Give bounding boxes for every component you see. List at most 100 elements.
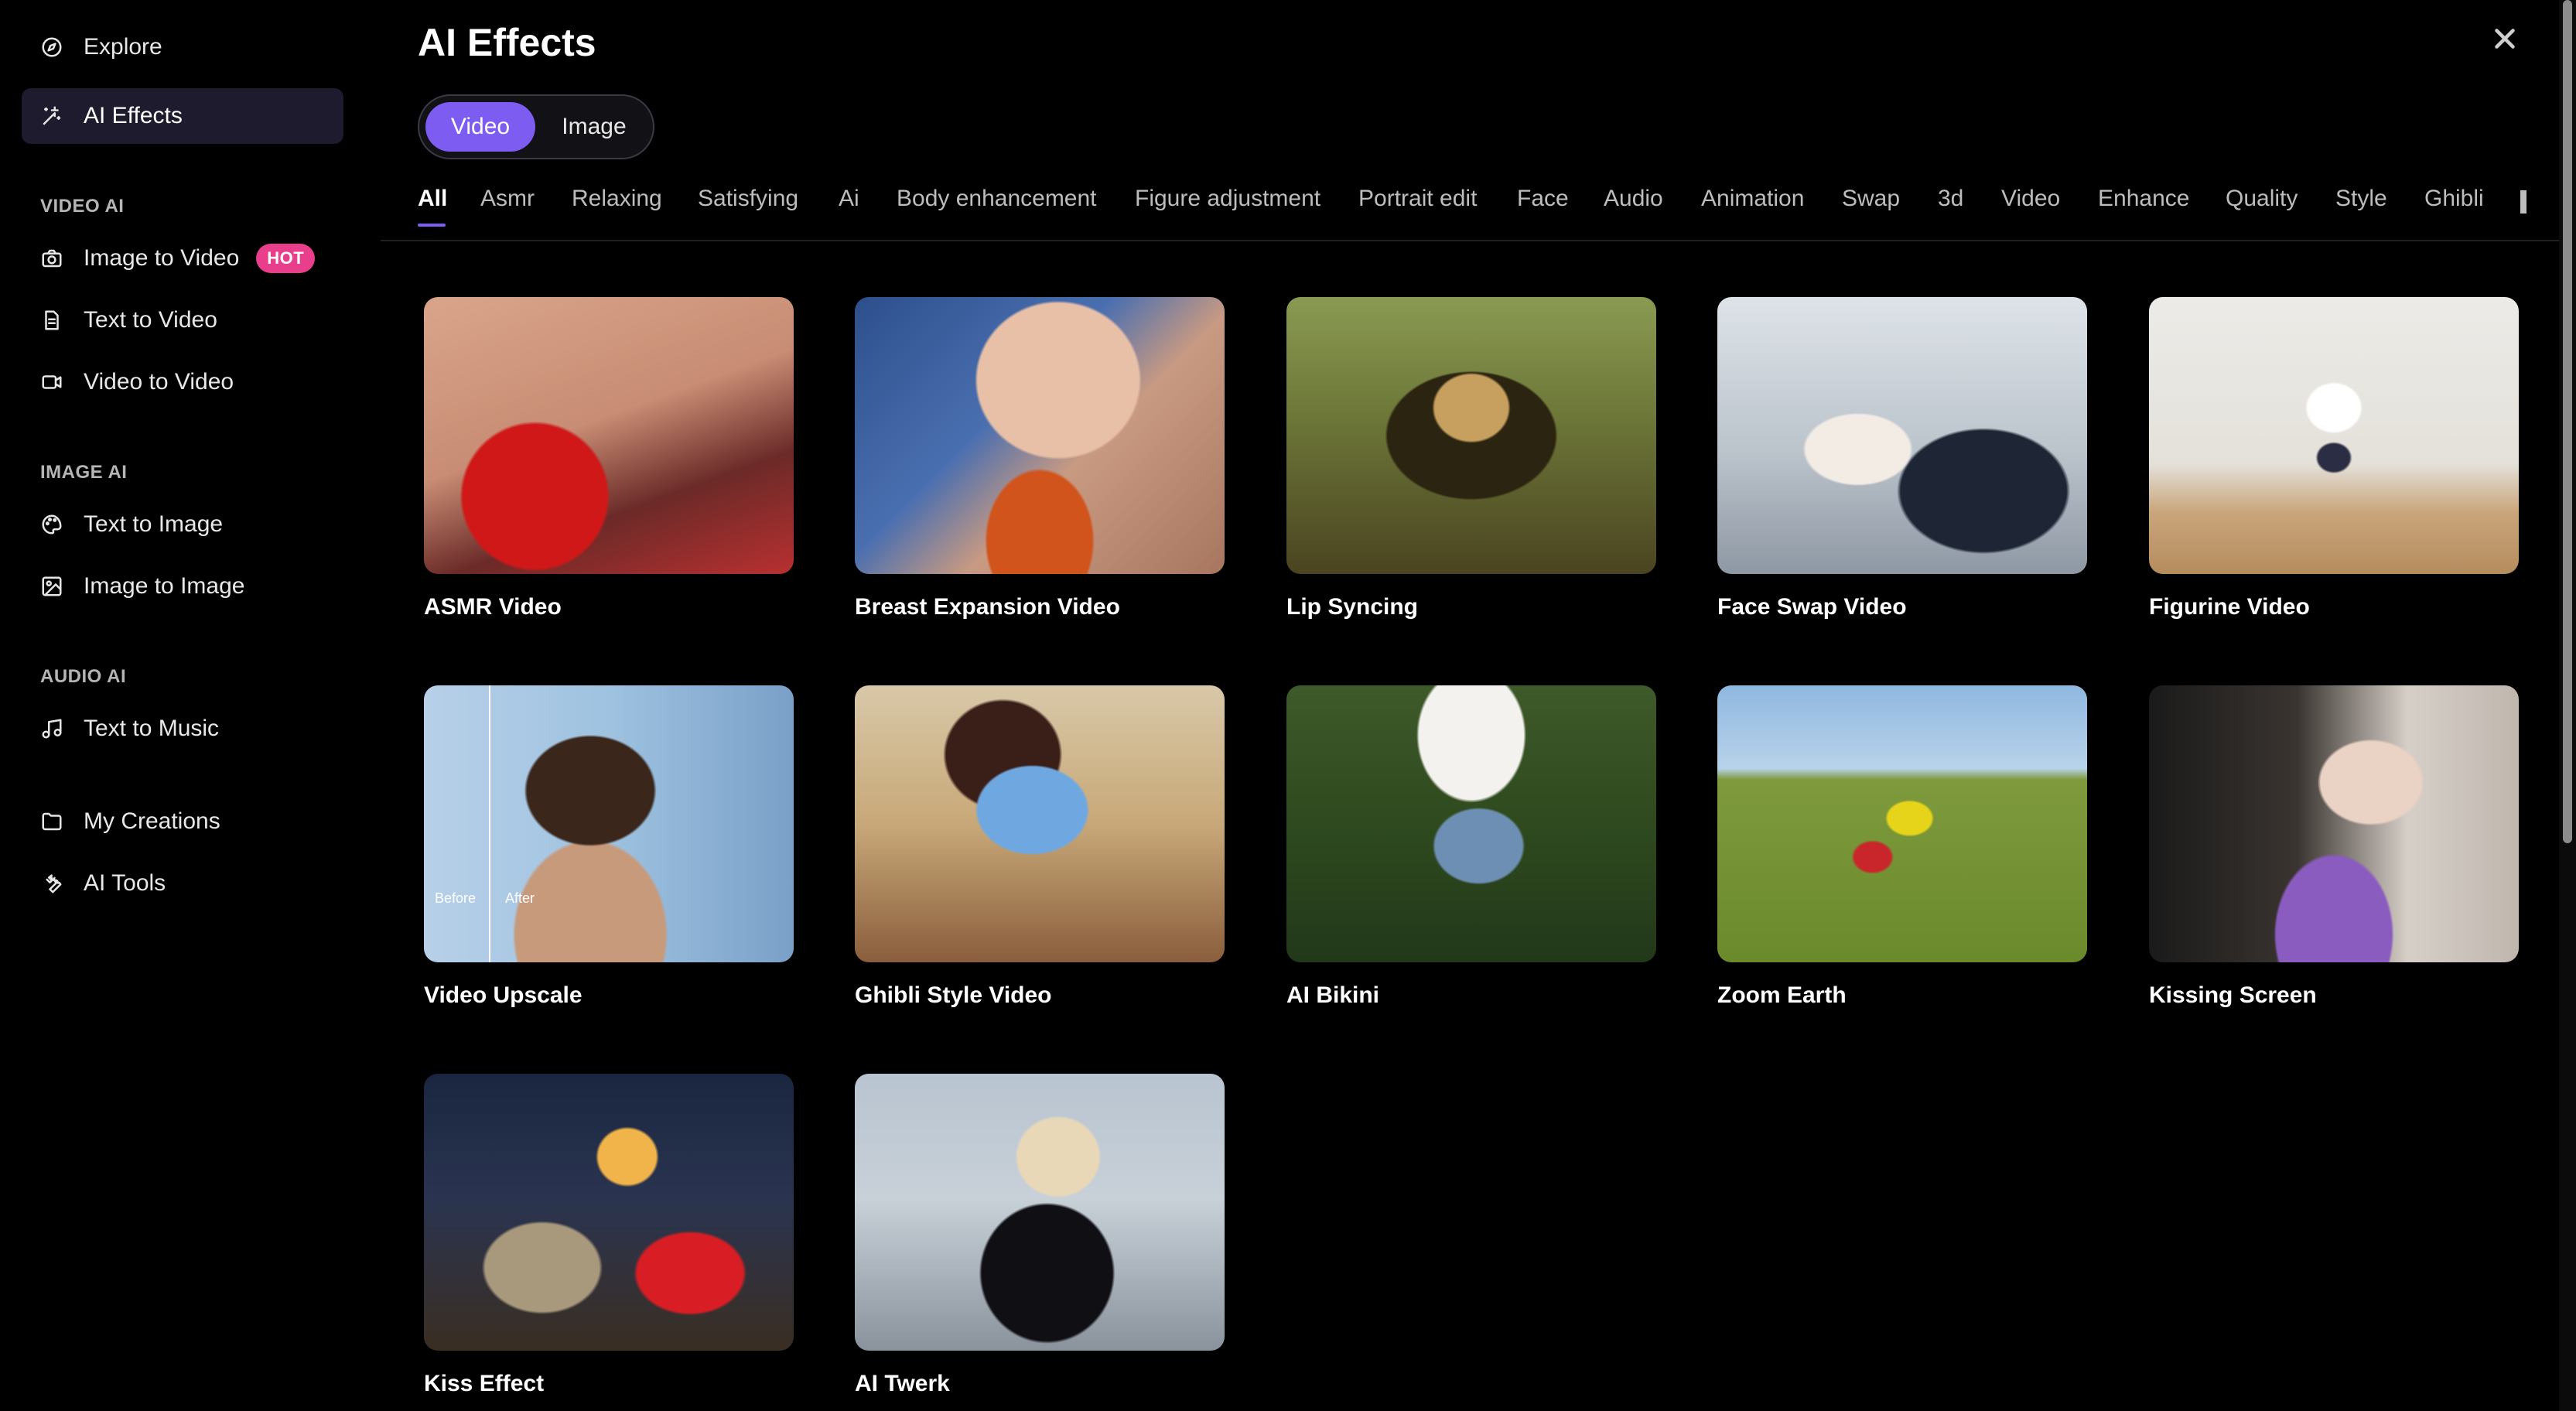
sidebar-item-my-creations[interactable]: My Creations — [22, 794, 343, 849]
effect-card-breast-expansion-video[interactable]: Breast Expansion Video — [855, 297, 1225, 620]
tab-body-enhancement[interactable]: Body enhancement — [897, 186, 1097, 212]
compass-icon — [40, 36, 63, 59]
compare-divider — [489, 685, 490, 962]
before-label: Before — [435, 890, 477, 906]
thumbnail-image — [855, 297, 1225, 574]
camera-icon — [40, 247, 63, 270]
tab-all[interactable]: All — [418, 186, 447, 212]
section-label-video-ai: VIDEO AI — [40, 196, 125, 217]
effect-card-ai-twerk[interactable]: AI Twerk — [855, 1074, 1225, 1397]
effect-card-face-swap-video[interactable]: Face Swap Video — [1717, 297, 2087, 620]
tab-ghibli[interactable]: Ghibli — [2424, 186, 2484, 212]
thumbnail-image — [424, 297, 794, 574]
card-title: Figurine Video — [2149, 594, 2310, 620]
image-icon — [40, 575, 63, 598]
sidebar-item-label: Text to Video — [84, 307, 217, 333]
sidebar-item-label: AI Tools — [84, 870, 166, 896]
card-title: Video Upscale — [424, 982, 583, 1008]
thumbnail-image — [424, 1074, 794, 1351]
card-title: AI Twerk — [855, 1371, 950, 1396]
tab-quality[interactable]: Quality — [2226, 186, 2298, 212]
sidebar-item-label: Text to Image — [84, 511, 224, 537]
section-label-audio-ai: AUDIO AI — [40, 666, 127, 687]
effect-card-ghibli-style-video[interactable]: Ghibli Style Video — [855, 685, 1225, 1009]
effect-card-ai-bikini[interactable]: AI Bikini — [1286, 685, 1656, 1009]
page-title: AI Effects — [418, 21, 596, 64]
thumbnail-image — [1717, 297, 2087, 574]
tab-swap[interactable]: Swap — [1842, 186, 1900, 212]
tab-3d[interactable]: 3d — [1938, 186, 1963, 212]
sidebar-item-ai-effects[interactable]: AI Effects — [22, 88, 343, 144]
close-icon — [2495, 29, 2515, 49]
effect-card-video-upscale[interactable]: Before After Video Upscale — [424, 685, 794, 1009]
card-title: Zoom Earth — [1717, 982, 1847, 1008]
video-image-toggle: Video Image — [418, 94, 654, 159]
effect-card-lip-syncing[interactable]: Lip Syncing — [1286, 297, 1656, 620]
tab-satisfying[interactable]: Satisfying — [698, 186, 798, 212]
folder-icon — [40, 810, 63, 833]
toggle-video[interactable]: Video — [425, 102, 535, 152]
card-title: AI Bikini — [1286, 982, 1380, 1008]
effect-card-asmr-video[interactable]: ASMR Video — [424, 297, 794, 620]
toggle-image[interactable]: Image — [540, 102, 648, 152]
effect-card-kiss-effect[interactable]: Kiss Effect — [424, 1074, 794, 1397]
sidebar-item-ai-tools[interactable]: AI Tools — [22, 856, 343, 911]
tab-face[interactable]: Face — [1517, 186, 1569, 212]
sidebar-item-label: Image to Video — [84, 245, 240, 271]
card-title: Face Swap Video — [1717, 594, 1907, 620]
tab-enhance[interactable]: Enhance — [2098, 186, 2189, 212]
sidebar-item-label: Explore — [84, 34, 162, 60]
tab-style[interactable]: Style — [2335, 186, 2387, 212]
tab-audio[interactable]: Audio — [1604, 186, 1663, 212]
thumbnail-image — [855, 685, 1225, 962]
sparkle-wand-icon — [40, 104, 63, 128]
tab-ai[interactable]: Ai — [839, 186, 859, 212]
thumbnail-image — [1286, 685, 1656, 962]
scrollbar-thumb[interactable] — [2563, 0, 2572, 843]
sidebar-item-label: My Creations — [84, 808, 220, 834]
hot-badge: HOT — [256, 244, 316, 273]
thumbnail-image — [1717, 685, 2087, 962]
card-title: Breast Expansion Video — [855, 594, 1120, 620]
tab-animation[interactable]: Animation — [1701, 186, 1804, 212]
card-title: Lip Syncing — [1286, 594, 1419, 620]
thumbnail-image: Before After — [424, 685, 794, 962]
close-button[interactable] — [2488, 22, 2522, 56]
thumbnail-image — [855, 1074, 1225, 1351]
sidebar-item-explore[interactable]: Explore — [22, 19, 343, 75]
tab-portrait-edit[interactable]: Portrait edit — [1358, 186, 1477, 212]
after-label: After — [505, 890, 535, 906]
sidebar-item-image-to-image[interactable]: Image to Image — [22, 559, 343, 614]
sidebar-item-text-to-music[interactable]: Text to Music — [22, 701, 343, 757]
effect-card-zoom-earth[interactable]: Zoom Earth — [1717, 685, 2087, 1009]
wrench-icon — [40, 872, 63, 895]
sidebar-item-image-to-video[interactable]: Image to Video HOT — [22, 231, 343, 286]
card-title: Ghibli Style Video — [855, 982, 1052, 1008]
sidebar-item-video-to-video[interactable]: Video to Video — [22, 354, 343, 410]
sidebar-item-label: AI Effects — [84, 103, 183, 128]
sidebar-item-text-to-image[interactable]: Text to Image — [22, 497, 343, 552]
tab-relaxing[interactable]: Relaxing — [572, 186, 662, 212]
video-camera-icon — [40, 371, 63, 394]
thumbnail-image — [2149, 685, 2519, 962]
sidebar-item-label: Text to Music — [84, 716, 220, 741]
effect-card-kissing-screen[interactable]: Kissing Screen — [2149, 685, 2519, 1009]
sidebar-item-text-to-video[interactable]: Text to Video — [22, 292, 343, 348]
card-title: ASMR Video — [424, 594, 562, 620]
section-label-image-ai: IMAGE AI — [40, 462, 128, 483]
tabs-divider — [381, 240, 2562, 241]
active-tab-indicator — [418, 224, 446, 227]
tab-asmr[interactable]: Asmr — [480, 186, 535, 212]
thumbnail-image — [2149, 297, 2519, 574]
tab-video[interactable]: Video — [2001, 186, 2060, 212]
category-tabs: All Asmr Relaxing Satisfying Ai Body enh… — [418, 184, 2553, 240]
tab-figure-adjustment[interactable]: Figure adjustment — [1135, 186, 1320, 212]
sidebar-item-label: Image to Image — [84, 573, 245, 599]
effect-card-figurine-video[interactable]: Figurine Video — [2149, 297, 2519, 620]
music-note-icon — [40, 717, 63, 740]
sidebar-item-label: Video to Video — [84, 369, 234, 395]
tab-overflow-partial[interactable] — [2520, 190, 2526, 214]
thumbnail-image — [1286, 297, 1656, 574]
card-title: Kissing Screen — [2149, 982, 2317, 1008]
palette-icon — [40, 513, 63, 536]
